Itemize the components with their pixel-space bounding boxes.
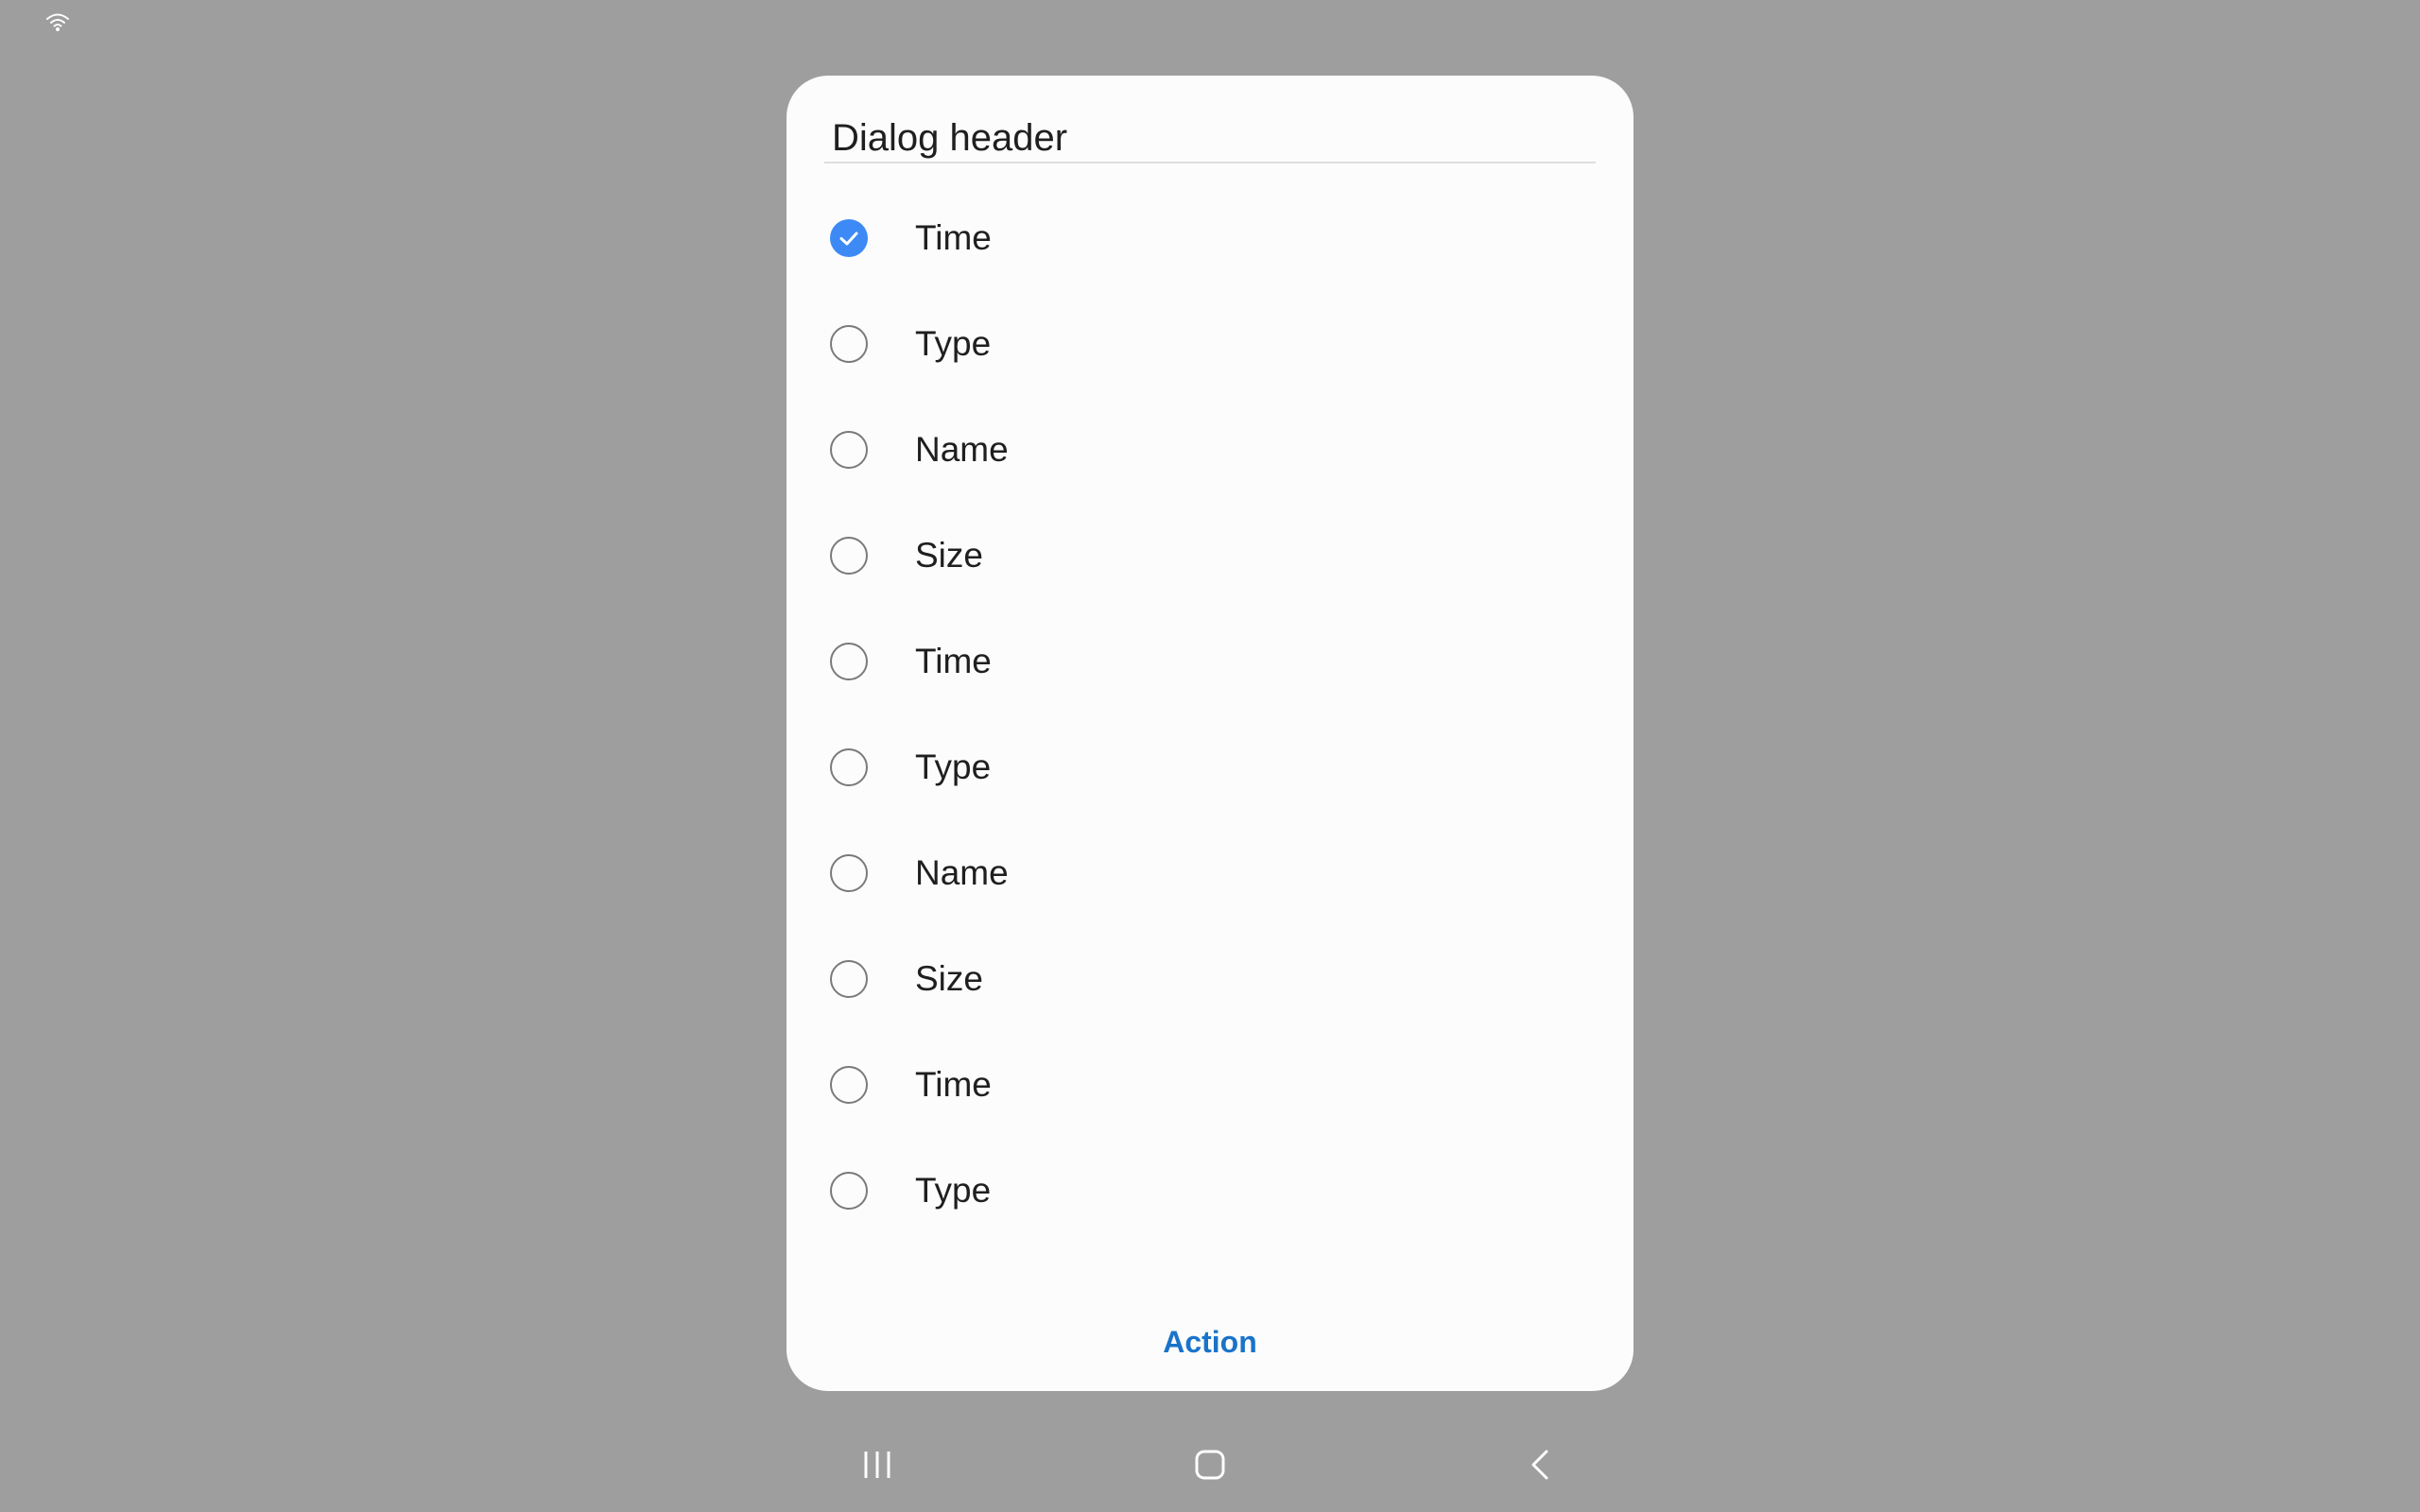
home-button[interactable]: [1180, 1435, 1240, 1495]
option-row[interactable]: Time: [786, 185, 1634, 291]
screen: Dialog header Time Type Name Size Time Type Na…: [0, 0, 2420, 1512]
option-label: Name: [915, 430, 1009, 469]
action-button[interactable]: Action: [786, 1304, 1634, 1380]
wifi-icon: [45, 11, 70, 32]
option-label: Time: [915, 1065, 992, 1104]
status-bar: [0, 0, 2420, 42]
option-row[interactable]: Size: [786, 926, 1634, 1032]
radio-unchecked-icon[interactable]: [830, 854, 868, 892]
option-label: Type: [915, 1171, 992, 1210]
radio-unchecked-icon[interactable]: [830, 537, 868, 575]
option-label: Size: [915, 959, 983, 998]
recents-button[interactable]: [847, 1435, 908, 1495]
radio-unchecked-icon[interactable]: [830, 325, 868, 363]
option-row[interactable]: Type: [786, 1138, 1634, 1244]
option-label: Type: [915, 747, 992, 786]
option-label: Name: [915, 853, 1009, 892]
dialog-header: Dialog header: [832, 117, 1068, 159]
recents-icon: [864, 1452, 890, 1478]
header-divider: [824, 162, 1596, 163]
radio-unchecked-icon[interactable]: [830, 431, 868, 469]
option-row[interactable]: Type: [786, 291, 1634, 397]
navigation-bar: [0, 1418, 2420, 1512]
option-label: Time: [915, 642, 992, 680]
option-label: Name: [915, 1244, 1009, 1247]
option-label: Type: [915, 324, 992, 363]
back-button[interactable]: [1511, 1435, 1571, 1495]
option-label: Time: [915, 218, 992, 257]
radio-checked-icon[interactable]: [830, 219, 868, 257]
options-list: Time Type Name Size Time Type Name Size Time Type…: [786, 185, 1634, 1247]
option-row[interactable]: Size: [786, 503, 1634, 609]
radio-unchecked-icon[interactable]: [830, 1172, 868, 1210]
option-row[interactable]: Time: [786, 609, 1634, 714]
radio-unchecked-icon[interactable]: [830, 643, 868, 680]
option-row[interactable]: Name: [786, 397, 1634, 503]
radio-unchecked-icon[interactable]: [830, 748, 868, 786]
option-row[interactable]: Time: [786, 1032, 1634, 1138]
back-icon: [1531, 1450, 1548, 1480]
option-label: Size: [915, 536, 983, 575]
radio-unchecked-icon[interactable]: [830, 1066, 868, 1104]
home-icon: [1195, 1450, 1225, 1480]
radio-unchecked-icon[interactable]: [830, 960, 868, 998]
sort-dialog: Dialog header Time Type Name Size Time Type Na…: [786, 76, 1634, 1391]
option-row[interactable]: Name: [786, 820, 1634, 926]
option-row[interactable]: Type: [786, 714, 1634, 820]
option-row[interactable]: Name: [786, 1244, 1634, 1247]
